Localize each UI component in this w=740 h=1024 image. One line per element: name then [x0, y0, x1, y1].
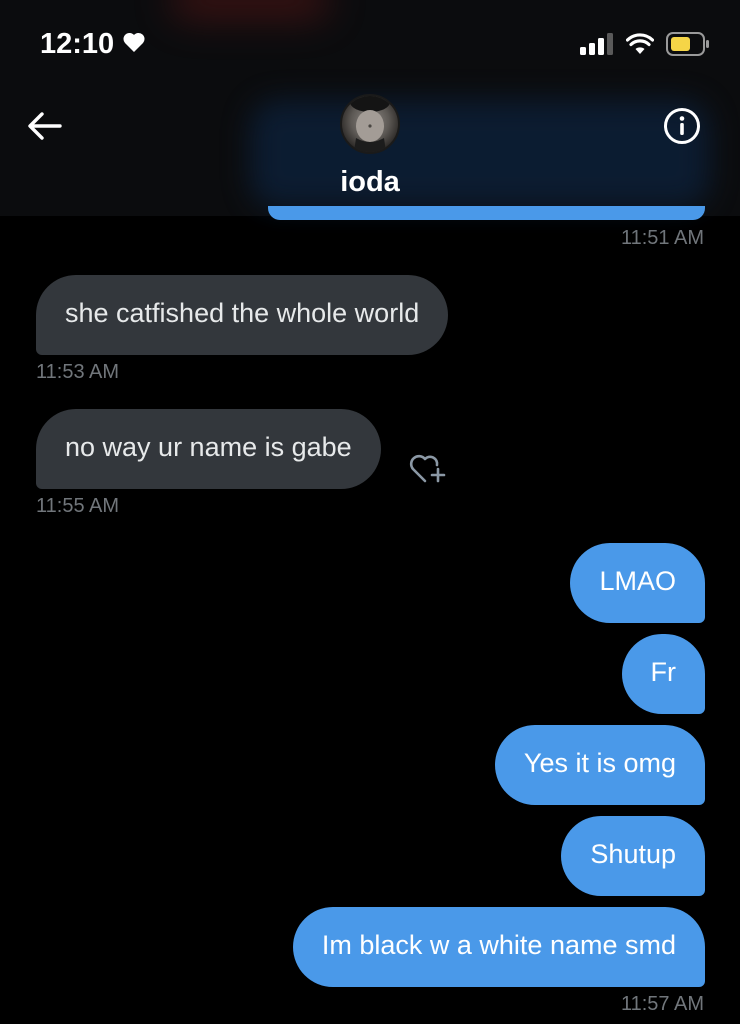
message-bubble-received[interactable]: she catfished the whole world [36, 275, 449, 355]
message-timestamp: 11:55 AM [36, 495, 120, 517]
message-bubble-sent[interactable]: Shutup [561, 816, 705, 896]
wifi-icon [625, 33, 655, 60]
avatar-photo [350, 96, 390, 152]
header-background-glow-red [170, 0, 330, 20]
info-icon [664, 108, 700, 144]
message-bubble-sent[interactable] [268, 206, 705, 220]
status-bar-indicators [580, 32, 710, 61]
message-bubble-sent[interactable]: LMAO [570, 543, 705, 623]
back-arrow-icon [28, 112, 62, 140]
status-bar-time-group: 12:10 [40, 28, 146, 61]
message-timestamp: 11:53 AM [36, 361, 120, 383]
signal-bars-icon [580, 33, 614, 60]
heart-icon [122, 28, 146, 61]
contact-avatar[interactable] [340, 94, 400, 154]
conversation-header: 12:10 ioda [0, 0, 740, 216]
message-bubble-sent[interactable]: Im black w a white name smd [292, 907, 705, 987]
back-button[interactable] [22, 104, 66, 148]
message-timestamp: 11:51 AM [620, 227, 704, 249]
add-reaction-button[interactable] [406, 448, 450, 488]
message-timestamp: 11:57 AM [620, 993, 704, 1015]
message-bubble-received[interactable]: no way ur name is gabe [36, 409, 381, 489]
contact-name[interactable]: ioda [0, 166, 740, 199]
heart-plus-icon [409, 454, 446, 483]
message-bubble-sent[interactable]: Yes it is omg [494, 725, 705, 805]
conversation-info-button[interactable] [660, 104, 704, 148]
message-bubble-sent[interactable]: Fr [621, 634, 705, 714]
battery-icon [666, 32, 710, 61]
status-bar-time: 12:10 [40, 28, 115, 60]
